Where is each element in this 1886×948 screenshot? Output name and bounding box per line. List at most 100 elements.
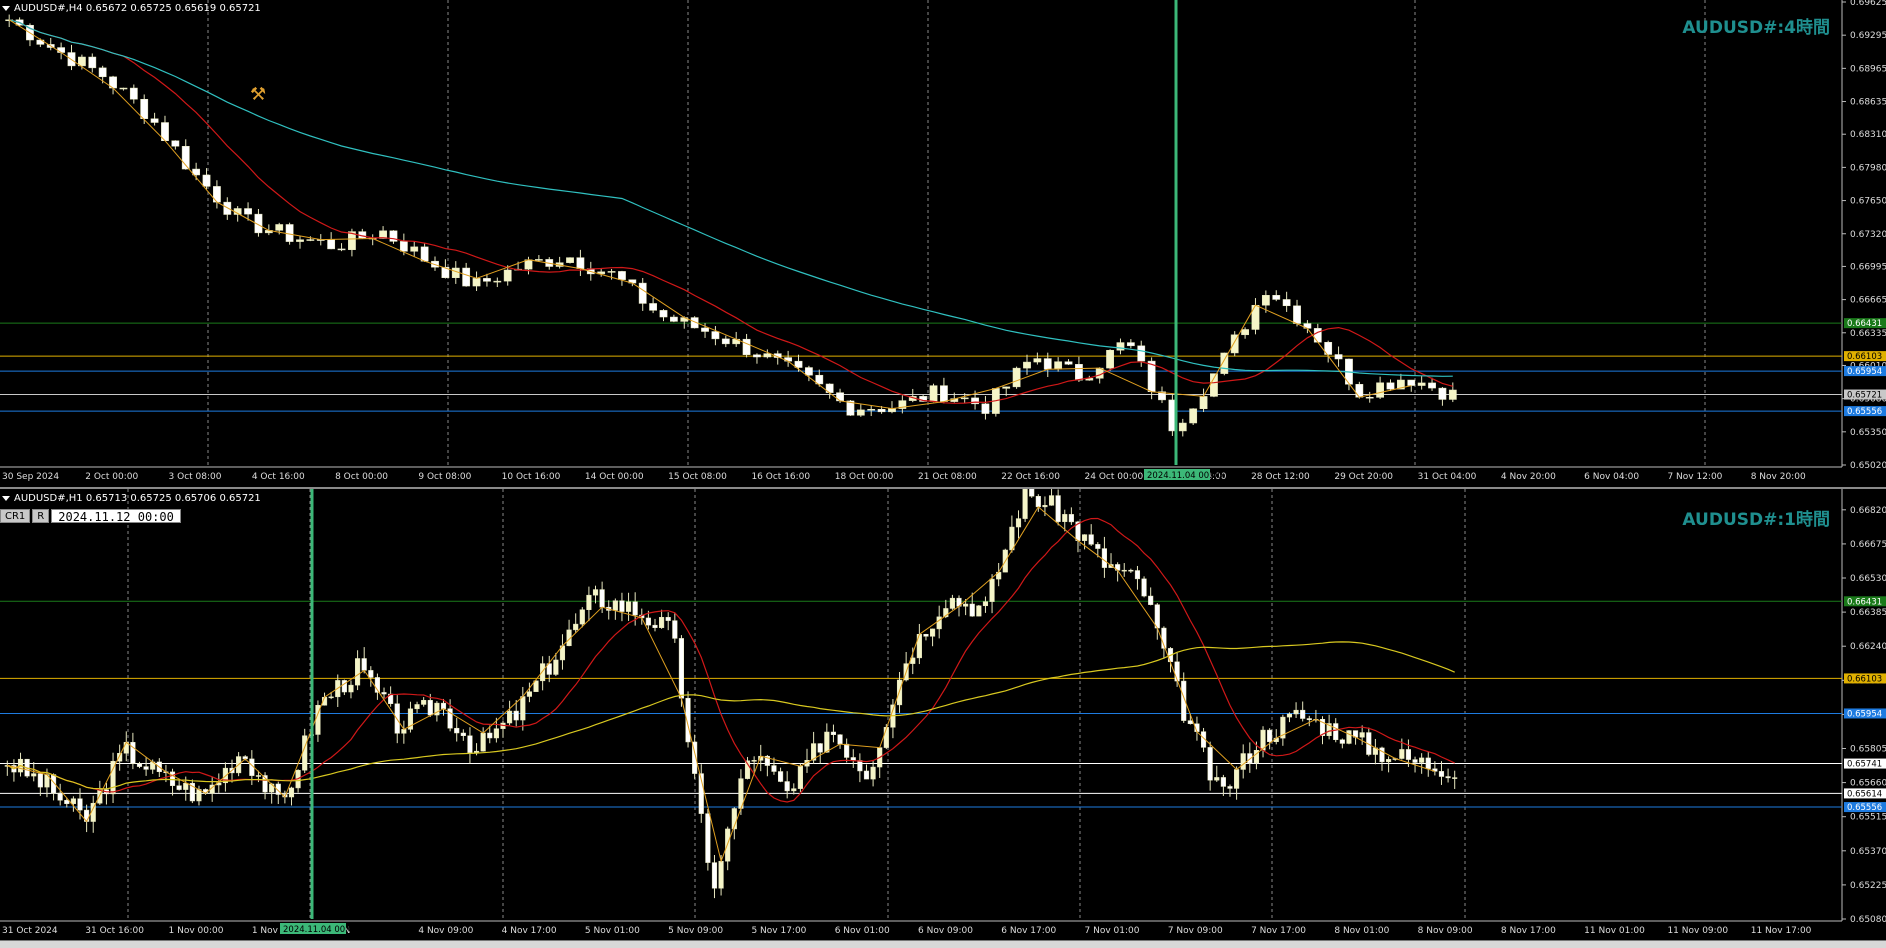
candle bbox=[57, 792, 63, 801]
candle bbox=[599, 589, 605, 608]
x-tick-label: 8 Nov 09:00 bbox=[1418, 926, 1473, 936]
candle bbox=[1023, 361, 1031, 369]
candle bbox=[751, 760, 757, 762]
candle bbox=[1386, 382, 1395, 390]
x-tick-label: 8 Nov 01:00 bbox=[1334, 926, 1389, 936]
candle bbox=[652, 624, 658, 628]
crosshair-label[interactable]: CR1 bbox=[0, 509, 31, 523]
candle bbox=[472, 278, 481, 287]
candle bbox=[401, 729, 407, 734]
x-tick-label: 7 Nov 01:00 bbox=[1085, 926, 1140, 936]
x-tick-label: 5 Nov 01:00 bbox=[585, 926, 640, 936]
x-tick-label: 6 Nov 09:00 bbox=[918, 926, 973, 936]
crosshair-date: 2024.11.12 00:00 bbox=[51, 509, 181, 524]
y-tick-label: 0.67980 bbox=[1850, 163, 1886, 173]
candle bbox=[721, 338, 730, 345]
candle bbox=[1121, 569, 1127, 572]
price-tag-label: 0.66431 bbox=[1847, 597, 1882, 607]
candle bbox=[1148, 595, 1154, 605]
candle bbox=[1174, 661, 1180, 682]
candle bbox=[70, 798, 76, 804]
y-tick-label: 0.66675 bbox=[1850, 540, 1886, 550]
x-tick-label: 5 Nov 17:00 bbox=[751, 926, 806, 936]
candle bbox=[467, 735, 473, 753]
candle bbox=[306, 239, 315, 241]
candle bbox=[784, 781, 790, 792]
candle bbox=[1126, 342, 1135, 347]
candle bbox=[1015, 518, 1022, 528]
price-tag-label: 0.66103 bbox=[1847, 352, 1882, 362]
candle bbox=[625, 601, 632, 612]
y-tick-label: 0.65020 bbox=[1850, 461, 1886, 471]
candle bbox=[665, 617, 671, 621]
candle bbox=[420, 246, 429, 262]
h1-chart-pane[interactable]: 0.668200.666750.665300.663850.662400.660… bbox=[0, 489, 1886, 940]
x-tick-label: 31 Oct 16:00 bbox=[85, 926, 144, 936]
candle bbox=[824, 731, 830, 753]
x-tick-label: 10 Oct 16:00 bbox=[502, 472, 561, 482]
candle bbox=[805, 367, 813, 376]
crosshair-reset-button[interactable]: R bbox=[32, 509, 50, 523]
x-tick-label: 8 Nov 17:00 bbox=[1501, 926, 1556, 936]
candle bbox=[1261, 295, 1270, 306]
tools-icon[interactable]: ⚒ bbox=[250, 84, 266, 105]
y-tick-label: 0.69295 bbox=[1850, 31, 1886, 41]
h4-pane-title: AUDUSD#:4時間 bbox=[1682, 18, 1830, 38]
h1-header-text: AUDUSD#,H1 0.65713 0.65725 0.65706 0.657… bbox=[14, 493, 261, 504]
h1-chart-canvas[interactable]: 0.668200.666750.665300.663850.662400.660… bbox=[0, 489, 1886, 940]
price-tag-label: 0.66431 bbox=[1847, 319, 1882, 329]
y-tick-label: 0.68310 bbox=[1850, 130, 1886, 140]
candle bbox=[797, 765, 803, 789]
y-tick-label: 0.69625 bbox=[1850, 0, 1886, 8]
candle bbox=[632, 601, 638, 616]
candle bbox=[949, 597, 955, 609]
candle bbox=[1033, 358, 1042, 363]
candle bbox=[399, 241, 408, 252]
candle bbox=[592, 589, 599, 596]
candle bbox=[368, 670, 374, 678]
candle bbox=[579, 609, 585, 625]
candle bbox=[513, 710, 519, 721]
y-tick-label: 0.65660 bbox=[1850, 779, 1886, 789]
x-tick-label: 4 Nov 17:00 bbox=[502, 926, 557, 936]
candle bbox=[1365, 396, 1374, 399]
candle bbox=[150, 118, 159, 123]
candle bbox=[981, 403, 990, 414]
candle bbox=[701, 327, 709, 332]
candle bbox=[837, 734, 843, 745]
candle bbox=[1095, 544, 1101, 549]
candle bbox=[1022, 489, 1028, 519]
candle bbox=[1106, 349, 1114, 369]
candle bbox=[1399, 749, 1405, 759]
candle bbox=[454, 727, 460, 734]
candle bbox=[410, 246, 419, 252]
candle bbox=[1220, 777, 1226, 787]
x-tick-label: 24 Oct 00:00 bbox=[1085, 472, 1144, 482]
h4-chart-canvas[interactable]: 0.69625 0.69295 0.68965 0.68635 0.68310 0.679… bbox=[0, 0, 1886, 487]
candle bbox=[1064, 361, 1073, 365]
x-tick-label: 7 Nov 17:00 bbox=[1251, 926, 1306, 936]
candle bbox=[244, 208, 252, 215]
candle bbox=[659, 617, 665, 628]
candle bbox=[1043, 358, 1052, 370]
candle bbox=[1002, 386, 1011, 389]
x-tick-label: 21 Oct 08:00 bbox=[918, 472, 977, 482]
candle bbox=[619, 600, 625, 612]
ma-yellow-line bbox=[7, 641, 1455, 790]
candle bbox=[778, 771, 784, 782]
collapse-triangle-icon[interactable] bbox=[2, 495, 10, 501]
candle bbox=[1234, 769, 1240, 789]
candle bbox=[659, 310, 668, 318]
candle bbox=[1187, 720, 1193, 725]
candle bbox=[520, 696, 526, 721]
candle bbox=[288, 787, 295, 798]
candle bbox=[573, 623, 579, 631]
x-tick-label: 4 Nov 09:00 bbox=[418, 926, 473, 936]
candle bbox=[1042, 505, 1048, 508]
candle bbox=[348, 684, 354, 693]
candle bbox=[296, 239, 304, 242]
h4-chart-pane[interactable]: 0.69625 0.69295 0.68965 0.68635 0.68310 0.679… bbox=[0, 0, 1886, 487]
candle bbox=[923, 634, 929, 637]
collapse-triangle-icon[interactable] bbox=[2, 5, 10, 11]
candle bbox=[1241, 329, 1249, 336]
